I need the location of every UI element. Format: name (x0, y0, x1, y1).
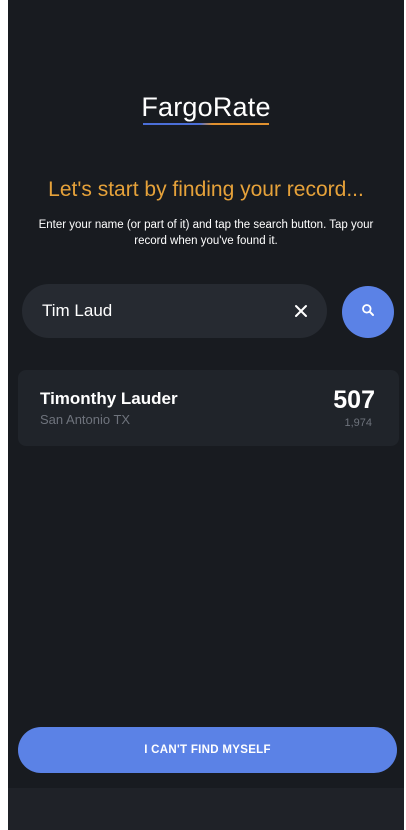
logo-underline (143, 123, 269, 125)
player-rating: 507 (333, 386, 375, 414)
close-icon[interactable] (293, 303, 309, 319)
result-item[interactable]: Timonthy Lauder San Antonio TX 507 1,974 (18, 370, 399, 446)
player-name: Timonthy Lauder (40, 389, 178, 408)
bottom-bar (8, 788, 404, 830)
app-logo: FargoRate (8, 92, 404, 127)
app-screen: FargoRate Let's start by finding your re… (8, 0, 404, 830)
search-input[interactable] (42, 301, 293, 321)
cant-find-myself-button[interactable]: I CAN'T FIND MYSELF (18, 727, 397, 773)
logo-text: FargoRate (141, 92, 271, 122)
player-location: San Antonio TX (40, 412, 131, 427)
search-icon (361, 303, 375, 322)
page-headline: Let's start by finding your record... (48, 178, 364, 201)
player-game-count: 1,974 (344, 417, 372, 429)
search-button[interactable] (342, 286, 394, 338)
instructions-text: Enter your name (or part of it) and tap … (38, 219, 374, 247)
search-field[interactable] (22, 284, 327, 338)
